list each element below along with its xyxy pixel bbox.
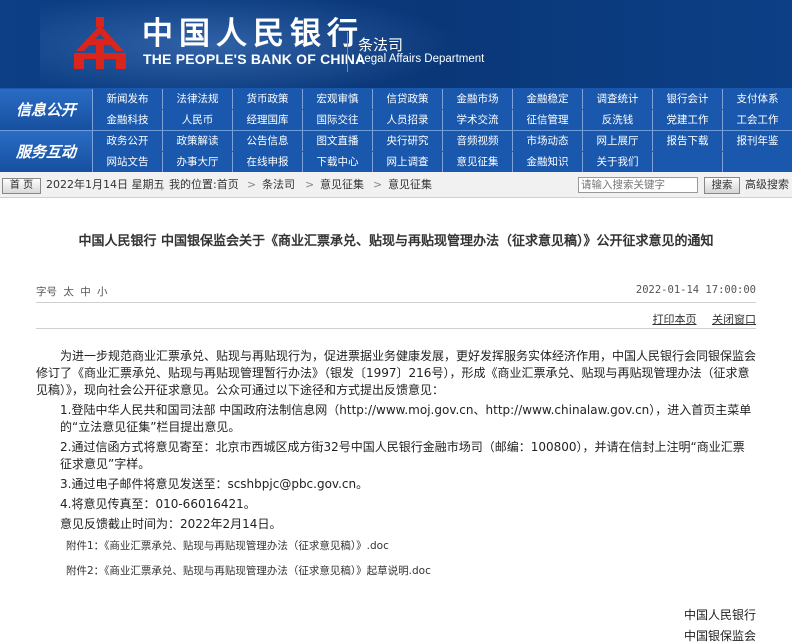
font-size-label: 字号 (36, 286, 57, 298)
nav-row-1: 新闻发布 法律法规 货币政策 宏观审慎 信贷政策 金融市场 金融稳定 调查统计 … (93, 89, 792, 109)
home-button[interactable]: 首 页 (2, 178, 41, 194)
nav-item[interactable]: 金融科技 (93, 110, 162, 130)
article-title: 中国人民银行 中国银保监会关于《商业汇票承兑、贴现与再贴现管理办法（征求意见稿）… (78, 234, 714, 249)
nav-item[interactable]: 工会工作 (722, 110, 792, 130)
nav-item[interactable]: 政策解读 (162, 131, 232, 151)
current-date: 2022年1月14日 星期五 (46, 178, 165, 191)
font-size-selector: 字号 太 中 小 (36, 284, 111, 299)
nav-item[interactable]: 图文直播 (302, 131, 372, 151)
main-navigation: 信息公开 服务互动 新闻发布 法律法规 货币政策 宏观审慎 信贷政策 金融市场 … (0, 88, 792, 172)
nav-item-empty (652, 152, 722, 172)
method-item-3: 3.通过电子邮件将意见发送至：scshbpjc@pbc.gov.cn。 (60, 477, 369, 491)
search-input[interactable] (578, 177, 698, 193)
nav-row-3: 政务公开 政策解读 公告信息 图文直播 央行研究 音频视频 市场动态 网上展厅 … (93, 131, 792, 151)
nav-item[interactable]: 征信管理 (512, 110, 582, 130)
breadcrumb-separator: > (373, 178, 383, 191)
nav-item[interactable]: 政务公开 (93, 131, 162, 151)
nav-item[interactable]: 金融市场 (442, 89, 512, 109)
attachment-link-2[interactable]: 附件2：《商业汇票承兑、贴现与再贴现管理办法（征求意见稿）》起草说明.doc (36, 563, 756, 580)
nav-item[interactable]: 央行研究 (372, 131, 442, 151)
attachment-link-1[interactable]: 附件1：《商业汇票承兑、贴现与再贴现管理办法（征求意见稿）》.doc (36, 538, 756, 555)
department-name-en: Legal Affairs Department (358, 53, 485, 65)
nav-item[interactable]: 金融知识 (512, 152, 582, 172)
font-size-small[interactable]: 小 (97, 286, 108, 298)
nav-item[interactable]: 报告下载 (652, 131, 722, 151)
nav-section-info[interactable]: 信息公开 (0, 89, 93, 130)
nav-row-4: 网站文告 办事大厅 在线申报 下载中心 网上调查 意见征集 金融知识 关于我们 (93, 152, 792, 172)
nav-item[interactable]: 意见征集 (442, 152, 512, 172)
nav-section-service[interactable]: 服务互动 (0, 131, 93, 172)
nav-item[interactable]: 党建工作 (652, 110, 722, 130)
signer-cbirc: 中国银保监会 (683, 629, 756, 643)
site-banner: 中国人民银行 THE PEOPLE'S BANK OF CHINA 条法司 Le… (0, 0, 792, 88)
breadcrumb-current[interactable]: 意见征集 (388, 177, 432, 193)
meta-divider (36, 302, 756, 303)
nav-item[interactable]: 网上调查 (372, 152, 442, 172)
breadcrumb-bar: 首 页 2022年1月14日 星期五 | 我的位置:首页 > 条法司 > 意见征… (0, 172, 792, 198)
article-body: 为进一步规范商业汇票承兑、贴现与再贴现行为，促进票据业务健康发展，更好发挥服务实… (36, 348, 756, 580)
nav-item[interactable]: 信贷政策 (372, 89, 442, 109)
nav-item[interactable]: 新闻发布 (93, 89, 162, 109)
article-tools: 打印本页 关闭窗口 (641, 311, 757, 327)
method-item-4: 4.将意见传真至：010-66016421。 (60, 497, 256, 511)
nav-item[interactable]: 网站文告 (93, 152, 162, 172)
nav-item[interactable]: 国际交往 (302, 110, 372, 130)
intro-paragraph: 为进一步规范商业汇票承兑、贴现与再贴现行为，促进票据业务健康发展，更好发挥服务实… (36, 349, 757, 397)
nav-row-2: 金融科技 人民币 经理国库 国际交往 人员招录 学术交流 征信管理 反洗钱 党建… (93, 110, 792, 130)
nav-item[interactable]: 报刊年鉴 (722, 131, 792, 151)
nav-grid: 新闻发布 法律法规 货币政策 宏观审慎 信贷政策 金融市场 金融稳定 调查统计 … (93, 88, 792, 172)
nav-item[interactable]: 关于我们 (582, 152, 652, 172)
search-button[interactable]: 搜索 (704, 177, 740, 194)
advanced-search-link[interactable]: 高级搜索 (745, 177, 789, 193)
nav-item[interactable]: 公告信息 (232, 131, 302, 151)
method-item-2: 2.通过信函方式将意见寄至：北京市西城区成方街32号中国人民银行金融市场司（邮编… (60, 440, 745, 471)
breadcrumb-separator: > (247, 178, 257, 191)
signer-pboc: 中国人民银行 (683, 608, 756, 622)
nav-item[interactable]: 货币政策 (232, 89, 302, 109)
nav-item[interactable]: 人民币 (162, 110, 232, 130)
pboc-emblem-icon[interactable] (70, 15, 130, 71)
method-item-1: 1.登陆中华人民共和国司法部 中国政府法制信息网（http://www.moj.… (60, 403, 752, 434)
print-link[interactable]: 打印本页 (653, 313, 697, 326)
deadline-text: 意见反馈截止时间为：2022年2月14日。 (60, 517, 282, 531)
nav-item[interactable]: 宏观审慎 (302, 89, 372, 109)
font-size-medium[interactable]: 中 (80, 286, 91, 298)
nav-item[interactable]: 支付体系 (722, 89, 792, 109)
nav-item[interactable]: 音频视频 (442, 131, 512, 151)
banner-divider (347, 32, 348, 72)
nav-item[interactable]: 反洗钱 (582, 110, 652, 130)
nav-item[interactable]: 在线申报 (232, 152, 302, 172)
breadcrumb-category[interactable]: 意见征集 (320, 177, 364, 193)
nav-item[interactable]: 办事大厅 (162, 152, 232, 172)
nav-item[interactable]: 法律法规 (162, 89, 232, 109)
nav-item[interactable]: 银行会计 (652, 89, 722, 109)
nav-item[interactable]: 金融稳定 (512, 89, 582, 109)
nav-item[interactable]: 下载中心 (302, 152, 372, 172)
department-name-cn: 条法司 (358, 36, 404, 54)
tools-divider (36, 328, 756, 329)
bank-name-cn: 中国人民银行 (142, 16, 364, 52)
nav-item[interactable]: 人员招录 (372, 110, 442, 130)
close-window-link[interactable]: 关闭窗口 (712, 313, 756, 326)
nav-item[interactable]: 经理国库 (232, 110, 302, 130)
breadcrumb-home[interactable]: 我的位置:首页 (169, 177, 239, 193)
breadcrumb-separator: > (305, 178, 315, 191)
font-size-large[interactable]: 太 (63, 286, 74, 298)
nav-item[interactable]: 学术交流 (442, 110, 512, 130)
nav-item[interactable]: 调查统计 (582, 89, 652, 109)
nav-item[interactable]: 网上展厅 (582, 131, 652, 151)
nav-item[interactable]: 市场动态 (512, 131, 582, 151)
publish-time: 2022-01-14 17:00:00 (635, 284, 756, 296)
nav-item-empty (722, 152, 792, 172)
bank-name-en: THE PEOPLE'S BANK OF CHINA (143, 51, 366, 67)
breadcrumb-dept[interactable]: 条法司 (262, 177, 295, 193)
